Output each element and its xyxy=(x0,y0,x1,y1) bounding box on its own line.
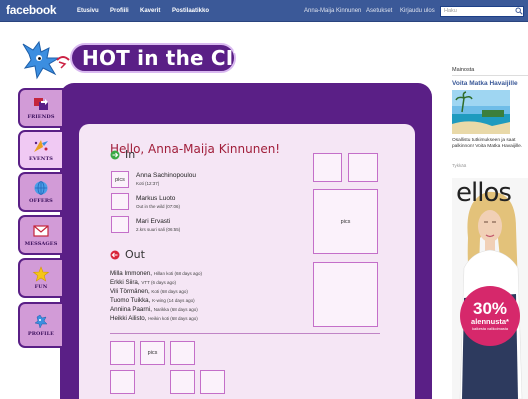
messages-icon xyxy=(33,225,49,237)
gallery-photo[interactable] xyxy=(170,370,195,394)
friend-last-seen: Koti (68 days ago) xyxy=(151,289,188,294)
ellos-brand: ellos xyxy=(456,178,512,208)
friend-name: Tuomo Tuikka, xyxy=(110,297,151,304)
tab-profile[interactable]: PROFILE xyxy=(18,302,64,348)
friends-icon xyxy=(34,98,48,110)
friend-name[interactable]: Markus Luoto xyxy=(136,195,175,202)
list-item[interactable]: Vili Törmänen, Koti (68 days ago) xyxy=(110,288,188,295)
ad-description: Osallistu tutkimukseen ja saat palkinnon… xyxy=(452,138,523,149)
profile-icon xyxy=(34,314,48,329)
app-title: HOT in the CITY xyxy=(82,46,262,70)
friend-last-seen: Narikka (68 days ago) xyxy=(153,307,198,312)
friend-name[interactable]: Mari Ervasti xyxy=(136,218,170,225)
list-item[interactable]: Tuomo Tuikka, K-wing (14 days ago) xyxy=(110,297,195,304)
friend-photo[interactable]: pics xyxy=(111,171,129,188)
tab-friends[interactable]: FRIENDS xyxy=(18,88,64,128)
gallery-photo[interactable]: pics xyxy=(140,341,165,365)
friend-name: Vili Törmänen, xyxy=(110,288,150,295)
tab-messages-label: MESSAGES xyxy=(24,241,58,247)
gallery-photo[interactable] xyxy=(110,341,135,365)
tab-fun-label: FUN xyxy=(34,284,48,290)
out-status-icon xyxy=(110,250,120,260)
nav-logout-link[interactable]: Kirjaudu ulos xyxy=(400,8,435,14)
friend-last-seen: Hillan koti (68 days ago) xyxy=(153,271,202,276)
list-item[interactable]: Erkki Siira, VTT (6 days ago) xyxy=(110,279,176,286)
facebook-logo[interactable]: facebook xyxy=(6,3,57,17)
friend-last-seen: Heikin koti (68 days ago) xyxy=(148,316,198,321)
friend-photo[interactable] xyxy=(111,216,129,233)
nav-settings-link[interactable]: Asetukset xyxy=(366,8,392,14)
gallery-photo[interactable] xyxy=(348,153,378,182)
gallery-photo[interactable] xyxy=(313,153,342,182)
nav-profile-link[interactable]: Profiili xyxy=(110,8,129,14)
greeting-heading: Hello, Anna-Maija Kinnunen! xyxy=(110,142,281,156)
ellos-ad-banner[interactable]: ellos 30% alennusta* kaikesta valikoimas… xyxy=(452,178,528,399)
out-section-title: Out xyxy=(125,248,145,261)
facebook-top-bar: facebook Etusivu Profiili Kaverit Postil… xyxy=(0,0,528,22)
list-item[interactable]: Heikki Ailisto, Heikin koti (68 days ago… xyxy=(110,315,198,322)
friend-location: 2.krs suuri sali (06:55) xyxy=(136,227,181,232)
friend-last-seen: K-wing (14 days ago) xyxy=(152,298,195,303)
offers-icon xyxy=(34,181,48,195)
gallery-photo[interactable] xyxy=(313,262,378,327)
gallery-photo[interactable]: pics xyxy=(313,189,378,254)
nav-home-link[interactable]: Etusivu xyxy=(77,8,99,14)
list-item[interactable]: Anniina Paarni, Narikka (68 days ago) xyxy=(110,306,198,313)
ads-divider xyxy=(452,75,528,76)
friend-name: Heikki Ailisto, xyxy=(110,315,147,322)
gallery-photo[interactable] xyxy=(170,341,195,365)
nav-friends-link[interactable]: Kaverit xyxy=(140,8,160,14)
tab-offers-label: OFFERS xyxy=(29,198,53,204)
section-divider xyxy=(110,333,380,334)
friend-last-seen: VTT (6 days ago) xyxy=(141,280,176,285)
discount-word: alennusta* xyxy=(471,317,509,327)
gallery-photo[interactable] xyxy=(110,370,135,394)
nav-user-link[interactable]: Anna-Maija Kinnunen xyxy=(304,8,361,14)
gallery-photo[interactable] xyxy=(200,370,225,394)
ad-title-link[interactable]: Voita Matka Havaijille xyxy=(452,80,518,87)
search-input[interactable]: Haku xyxy=(440,6,524,17)
friend-location: Koti (12:37) xyxy=(136,181,160,186)
ads-heading: Mainosta xyxy=(452,67,475,73)
events-icon xyxy=(34,140,48,152)
tab-events[interactable]: EVENTS xyxy=(18,130,64,170)
in-status-icon xyxy=(110,150,120,160)
friend-name: Anniina Paarni, xyxy=(110,306,152,313)
discount-badge: 30% alennusta* kaikesta valikoimasta xyxy=(460,286,520,346)
ad-beach-image[interactable] xyxy=(452,90,510,134)
discount-note: kaikesta valikoimasta xyxy=(472,327,508,332)
tab-offers[interactable]: OFFERS xyxy=(18,172,64,212)
mascot-logo-icon xyxy=(22,40,70,80)
tab-profile-label: PROFILE xyxy=(27,331,55,337)
friend-photo[interactable] xyxy=(111,193,129,210)
tab-fun[interactable]: FUN xyxy=(18,258,64,298)
tab-friends-label: FRIENDS xyxy=(27,114,55,120)
tab-events-label: EVENTS xyxy=(28,156,53,162)
search-icon[interactable] xyxy=(515,7,523,15)
list-item[interactable]: Milla Immonen, Hillan koti (68 days ago) xyxy=(110,270,202,277)
friend-name: Erkki Siira, xyxy=(110,279,140,286)
nav-inbox-link[interactable]: Postilaatikko xyxy=(172,8,209,14)
fun-star-icon xyxy=(32,266,50,282)
discount-percent: 30% xyxy=(472,299,508,319)
friend-location: Out in the wild (07:06) xyxy=(136,204,181,209)
in-section-title: In xyxy=(125,148,136,161)
ad-like-link[interactable]: Tykkää xyxy=(452,163,466,168)
tab-messages[interactable]: MESSAGES xyxy=(18,215,64,255)
friend-name[interactable]: Anna Sachinopoulou xyxy=(136,172,196,179)
friend-name: Milla Immonen, xyxy=(110,270,152,277)
